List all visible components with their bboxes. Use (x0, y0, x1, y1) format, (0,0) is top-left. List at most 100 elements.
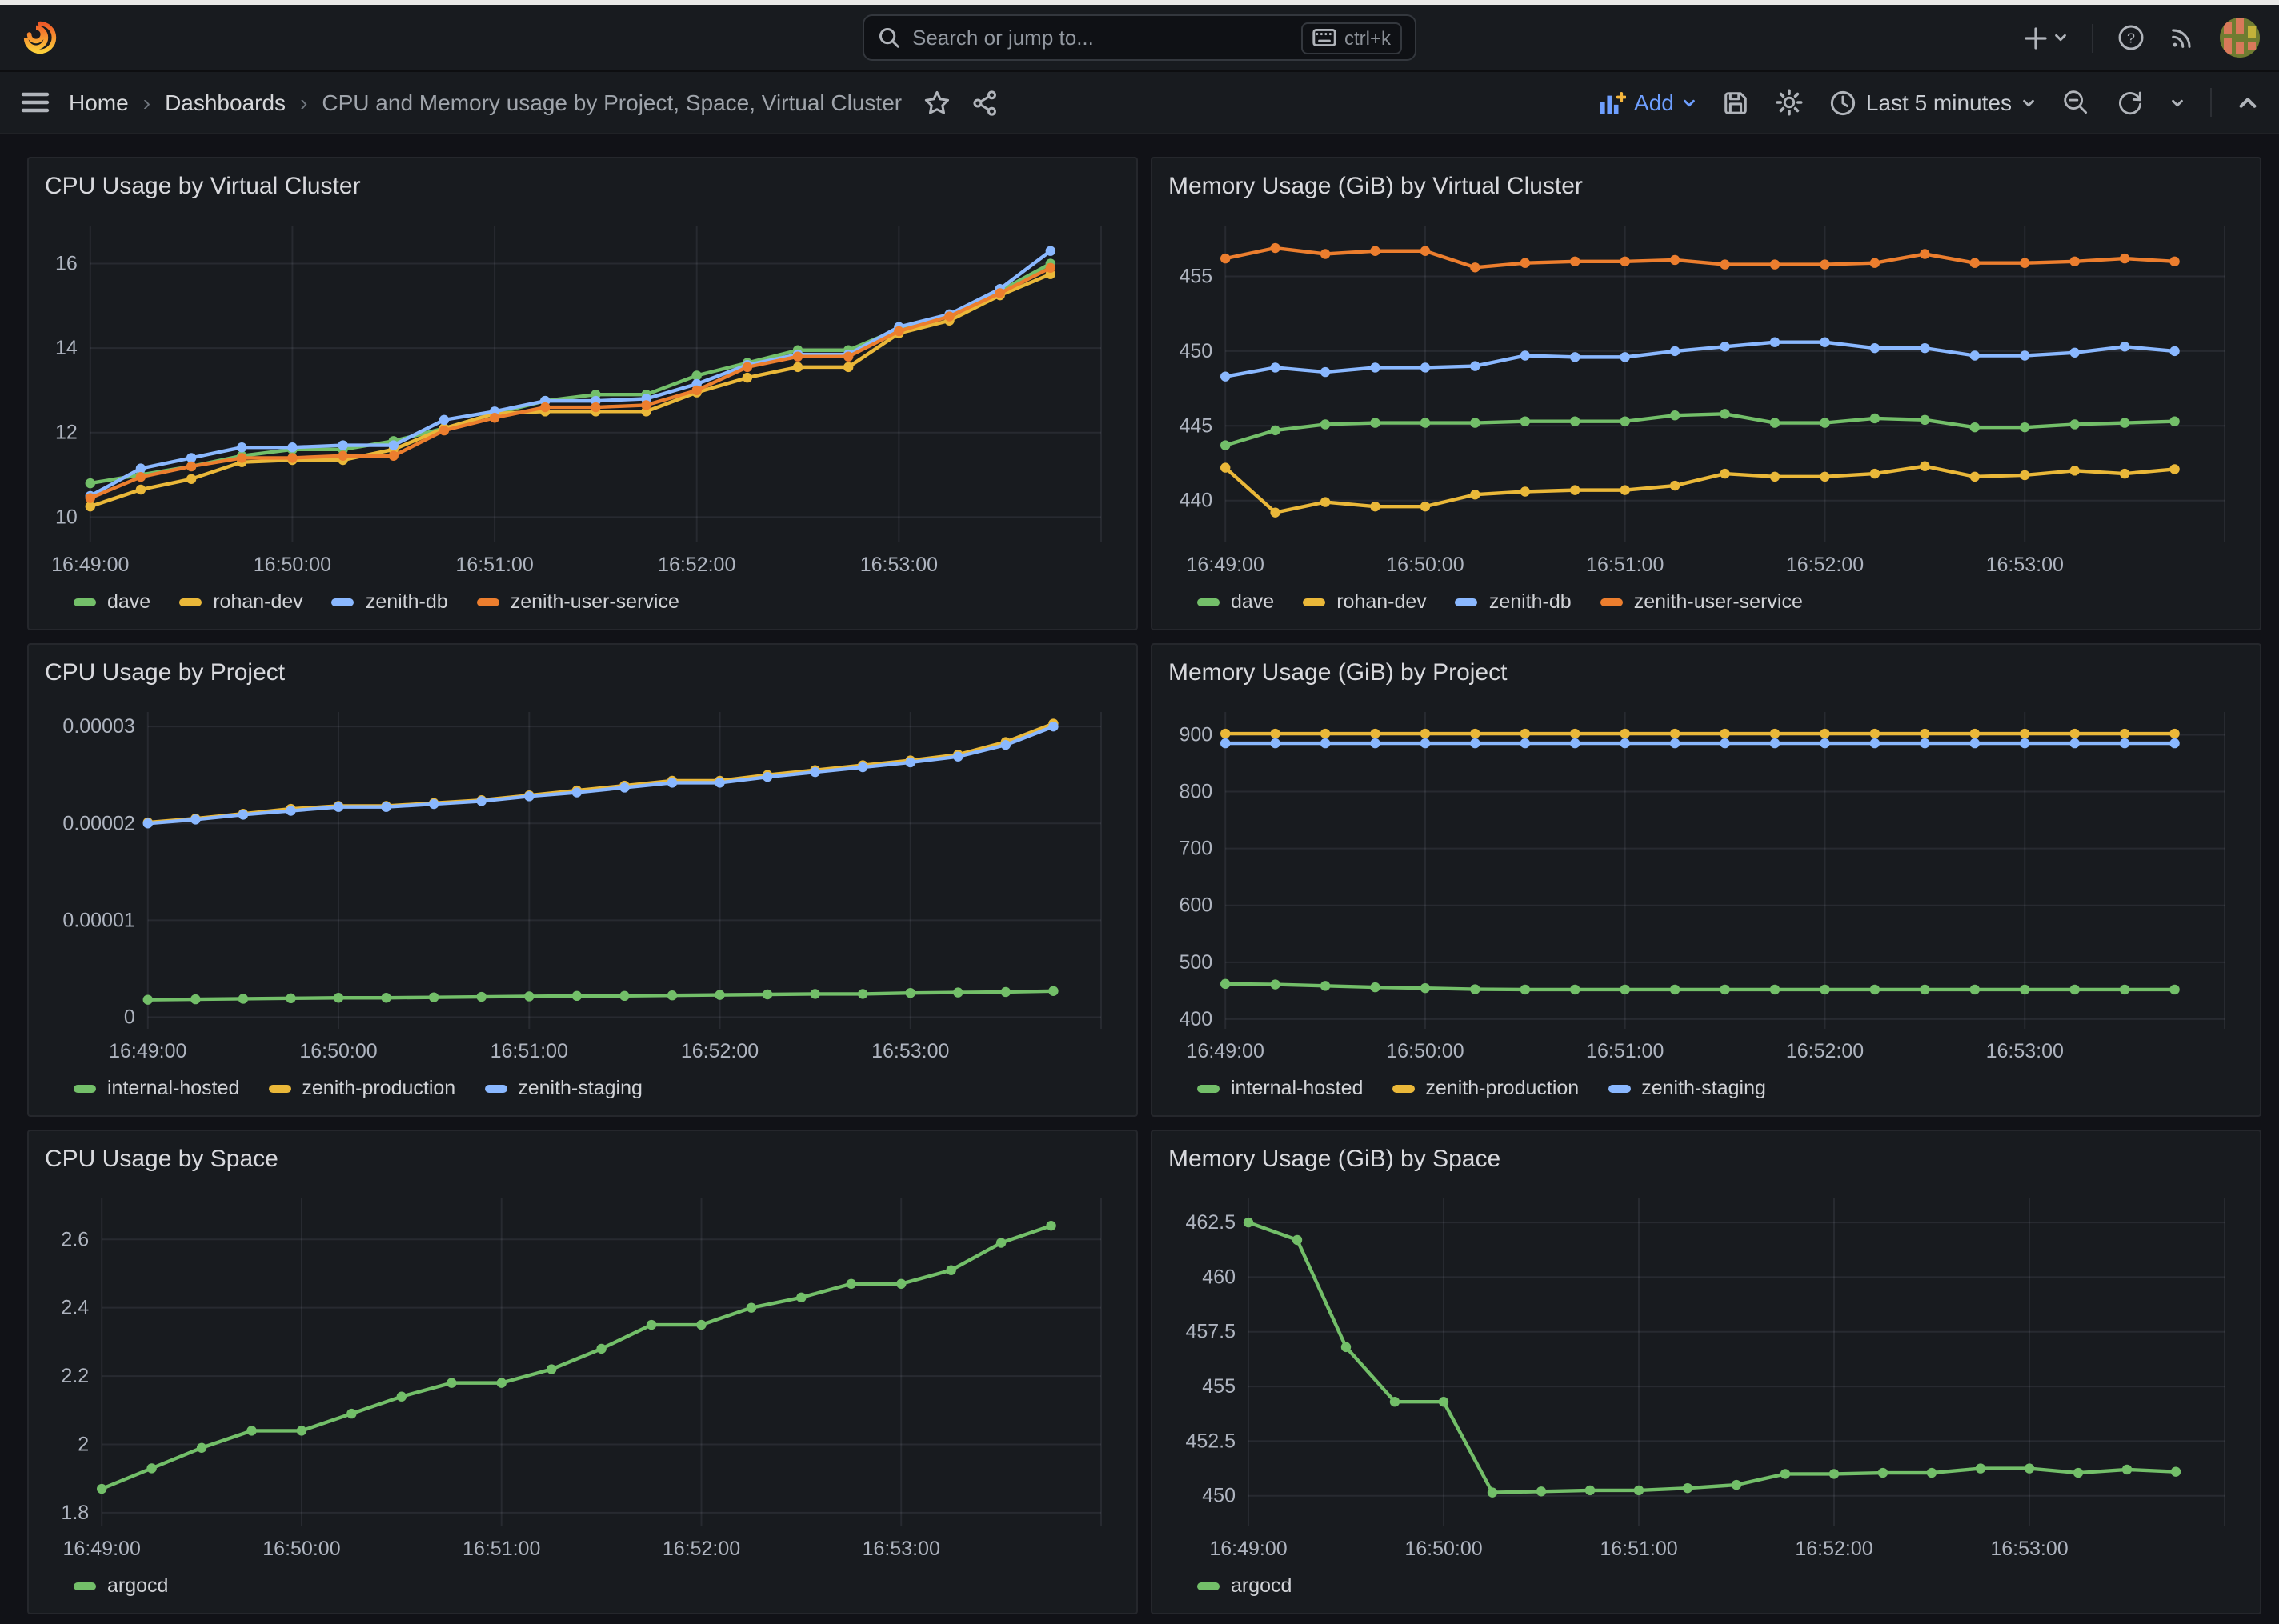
y-axis-tick-label: 700 (1179, 838, 1212, 860)
series-line-rohan-dev (90, 274, 1051, 506)
series-line-dave (1225, 414, 2174, 445)
panel-legend: internal-hosted zenith-production zenith-s… (45, 1067, 1120, 1109)
share-icon[interactable] (971, 89, 998, 116)
search-input[interactable]: Search or jump to... ctrl+k (863, 14, 1416, 61)
legend-item-rohan-dev[interactable]: rohan-dev (1303, 590, 1427, 613)
plus-icon (2023, 25, 2049, 50)
refresh-interval-chevron-icon[interactable] (2170, 95, 2185, 110)
toolbar-divider (2210, 88, 2212, 117)
x-axis-tick-label: 16:51:00 (1586, 1040, 1664, 1062)
panel-title[interactable]: CPU Usage by Project (45, 654, 1120, 693)
legend-swatch (74, 1084, 96, 1092)
x-axis-tick-label: 16:50:00 (1386, 554, 1464, 576)
toolbar-actions: Add (1599, 88, 2258, 117)
timeseries-chart[interactable]: 450452.5455457.5460462.516:49:0016:50:00… (1168, 1179, 2244, 1565)
chart-canvas[interactable]: 1012141616:49:0016:50:0016:51:0016:52:00… (45, 206, 1120, 581)
y-axis-tick-label: 800 (1179, 781, 1212, 803)
refresh-icon[interactable] (2116, 88, 2145, 117)
legend-swatch (1456, 598, 1478, 606)
timeseries-chart[interactable]: 1012141616:49:0016:50:0016:51:0016:52:00… (45, 206, 1120, 581)
panel-title[interactable]: Memory Usage (GiB) by Project (1168, 654, 2244, 693)
legend-item-zenith-staging[interactable]: zenith-staging (484, 1077, 643, 1099)
chart-canvas[interactable]: 44044545045516:49:0016:50:0016:51:0016:5… (1168, 206, 2244, 581)
legend-item-internal-hosted[interactable]: internal-hosted (74, 1077, 239, 1099)
news-button[interactable] (2169, 24, 2196, 51)
legend-item-argocd[interactable]: argocd (1197, 1574, 1292, 1597)
legend-item-dave[interactable]: dave (74, 590, 150, 613)
dashboard-settings-icon[interactable] (1775, 88, 1804, 117)
x-axis-tick-label: 16:49:00 (1209, 1538, 1287, 1560)
add-panel-button[interactable]: Add (1599, 90, 1696, 115)
collapse-toolbar-icon[interactable] (2237, 92, 2258, 113)
legend-swatch (1197, 1582, 1220, 1590)
rss-icon (2169, 24, 2196, 51)
legend-item-zenith-db[interactable]: zenith-db (1456, 590, 1572, 613)
svg-text:?: ? (2127, 30, 2135, 46)
zoom-out-icon[interactable] (2061, 88, 2090, 117)
timeseries-chart[interactable]: 00.000010.000020.0000316:49:0016:50:0016… (45, 693, 1120, 1067)
timeseries-chart[interactable]: 1.822.22.42.616:49:0016:50:0016:51:0016:… (45, 1179, 1120, 1565)
chart-canvas[interactable]: 40050060070080090016:49:0016:50:0016:51:… (1168, 693, 2244, 1067)
legend-label: zenith-production (1425, 1077, 1579, 1099)
chart-canvas[interactable]: 1.822.22.42.616:49:0016:50:0016:51:0016:… (45, 1179, 1120, 1565)
breadcrumb-home[interactable]: Home (69, 90, 129, 115)
y-axis-tick-label: 2 (78, 1434, 89, 1456)
legend-item-zenith-production[interactable]: zenith-production (268, 1077, 455, 1099)
panel-legend: internal-hosted zenith-production zenith-s… (1168, 1067, 2244, 1109)
legend-item-internal-hosted[interactable]: internal-hosted (1197, 1077, 1363, 1099)
y-axis-tick-label: 900 (1179, 723, 1212, 746)
legend-item-zenith-user-service[interactable]: zenith-user-service (477, 590, 679, 613)
breadcrumb: Home › Dashboards › CPU and Memory usage… (69, 90, 902, 115)
grafana-logo-icon (21, 18, 59, 57)
x-axis-tick-label: 16:50:00 (1404, 1538, 1482, 1560)
legend-swatch (268, 1084, 290, 1092)
new-button[interactable] (2023, 25, 2068, 50)
mega-menu-toggle[interactable] (21, 90, 50, 115)
panel-legend: argocd (1168, 1565, 2244, 1606)
dashboard-grid: CPU Usage by Virtual Cluster 1012141616:… (0, 134, 2279, 1614)
legend-item-dave[interactable]: dave (1197, 590, 1274, 613)
x-axis-tick-label: 16:52:00 (1786, 1040, 1864, 1062)
y-axis-tick-label: 450 (1202, 1485, 1236, 1507)
time-range-label: Last 5 minutes (1866, 90, 2012, 115)
panel-title[interactable]: CPU Usage by Virtual Cluster (45, 168, 1120, 206)
legend-label: rohan-dev (213, 590, 303, 613)
timeseries-chart[interactable]: 44044545045516:49:0016:50:0016:51:0016:5… (1168, 206, 2244, 581)
legend-item-zenith-production[interactable]: zenith-production (1392, 1077, 1579, 1099)
x-axis-tick-label: 16:53:00 (1990, 1538, 2068, 1560)
time-range-picker[interactable]: Last 5 minutes (1829, 89, 2036, 116)
x-axis-tick-label: 16:51:00 (455, 554, 533, 576)
legend-label: zenith-staging (1641, 1077, 1766, 1099)
legend-item-rohan-dev[interactable]: rohan-dev (179, 590, 303, 613)
y-axis-tick-label: 455 (1202, 1375, 1236, 1398)
breadcrumb-dashboards[interactable]: Dashboards (165, 90, 286, 115)
chart-canvas[interactable]: 450452.5455457.5460462.516:49:0016:50:00… (1168, 1179, 2244, 1565)
panel-cpu-usage-by-project: CPU Usage by Project 00.000010.000020.00… (27, 643, 1138, 1117)
legend-item-zenith-staging[interactable]: zenith-staging (1608, 1077, 1766, 1099)
legend-label: argocd (107, 1574, 168, 1597)
y-axis-tick-label: 2.4 (61, 1297, 89, 1319)
y-axis-tick-label: 1.8 (61, 1502, 89, 1524)
legend-item-zenith-db[interactable]: zenith-db (332, 590, 448, 613)
x-axis-tick-label: 16:51:00 (463, 1538, 540, 1560)
top-navigation-bar: Search or jump to... ctrl+k (0, 5, 2279, 72)
x-axis-tick-label: 16:50:00 (1386, 1040, 1464, 1062)
chart-canvas[interactable]: 00.000010.000020.0000316:49:0016:50:0016… (45, 693, 1120, 1067)
favorite-star-icon[interactable] (923, 89, 950, 116)
timeseries-chart[interactable]: 40050060070080090016:49:0016:50:0016:51:… (1168, 693, 2244, 1067)
hamburger-icon (21, 90, 50, 115)
help-button[interactable]: ? (2117, 24, 2145, 51)
legend-item-argocd[interactable]: argocd (74, 1574, 168, 1597)
grafana-logo[interactable] (19, 17, 61, 58)
panel-title[interactable]: CPU Usage by Space (45, 1141, 1120, 1179)
panel-title[interactable]: Memory Usage (GiB) by Space (1168, 1141, 2244, 1179)
legend-item-zenith-user-service[interactable]: zenith-user-service (1600, 590, 1803, 613)
y-axis-tick-label: 0.00003 (62, 715, 134, 738)
x-axis-tick-label: 16:53:00 (860, 554, 938, 576)
x-axis-tick-label: 16:50:00 (262, 1538, 340, 1560)
panel-title[interactable]: Memory Usage (GiB) by Virtual Cluster (1168, 168, 2244, 206)
save-dashboard-icon[interactable] (1722, 89, 1749, 116)
panel-legend: dave rohan-dev zenith-db zenith-user-servic… (1168, 581, 2244, 622)
user-avatar[interactable] (2220, 18, 2260, 58)
x-axis-tick-label: 16:53:00 (1986, 1040, 2064, 1062)
